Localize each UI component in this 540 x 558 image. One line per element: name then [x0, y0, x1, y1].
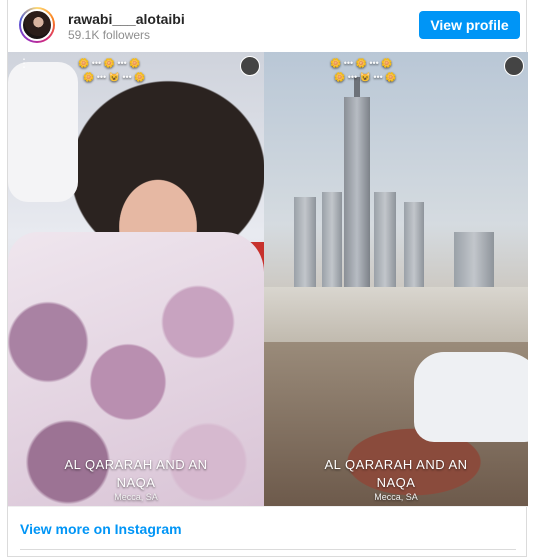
view-profile-button[interactable]: View profile — [419, 11, 520, 39]
caption-line-1: AL QARARAH AND AN — [324, 457, 468, 472]
caption-line-1: AL QARARAH AND AN — [64, 457, 208, 472]
building-shape — [404, 202, 424, 297]
post-media[interactable]: ⋮ 🌼 ••• 🌼 ••• 🌼 🌼 ••• 😺 ••• 🌼 AL QARARAH… — [8, 52, 528, 506]
divider — [20, 549, 516, 550]
clock-tower — [344, 97, 370, 307]
overlay-caption-2: 🌼 ••• 😺 ••• 🌼 — [334, 72, 397, 82]
location-label: Mecca, SA — [114, 492, 158, 502]
building-shape — [374, 192, 396, 297]
overlay-caption-1: 🌼 ••• 🌼 ••• 🌼 — [78, 58, 141, 68]
overlay-caption-2: 🌼 ••• 😺 ••• 🌼 — [83, 72, 146, 82]
story-avatar-icon — [240, 56, 260, 76]
username[interactable]: rawabi___alotaibi — [68, 11, 185, 27]
post-footer: View more on Instagram — [8, 506, 528, 551]
media-panel-left: ⋮ 🌼 ••• 🌼 ••• 🌼 🌼 ••• 😺 ••• 🌼 AL QARARAH… — [8, 52, 264, 506]
overlay-caption-1: 🌼 ••• 🌼 ••• 🌼 — [330, 58, 393, 68]
building-shape — [294, 197, 316, 297]
instagram-embed-card: rawabi___alotaibi 59.1K followers View p… — [7, 0, 528, 557]
story-avatar-icon — [504, 56, 524, 76]
mosque-shape — [264, 287, 528, 347]
caption-line-2: NAQA — [376, 475, 416, 490]
building-shape — [322, 192, 342, 302]
post-header: rawabi___alotaibi 59.1K followers View p… — [8, 0, 528, 52]
more-options-icon: ⋮ — [18, 56, 30, 70]
follower-count: 59.1K followers — [68, 28, 151, 42]
media-panel-right: 🌼 ••• 🌼 ••• 🌼 🌼 ••• 😺 ••• 🌼 AL QARARAH A… — [264, 52, 528, 506]
caption-line-2: NAQA — [116, 475, 156, 490]
location-label: Mecca, SA — [374, 492, 418, 502]
avatar[interactable] — [19, 7, 55, 43]
view-more-link[interactable]: View more on Instagram — [20, 521, 182, 537]
pillow-shape — [8, 62, 78, 202]
avatar-image — [21, 9, 53, 41]
pillow-shape — [414, 352, 528, 442]
